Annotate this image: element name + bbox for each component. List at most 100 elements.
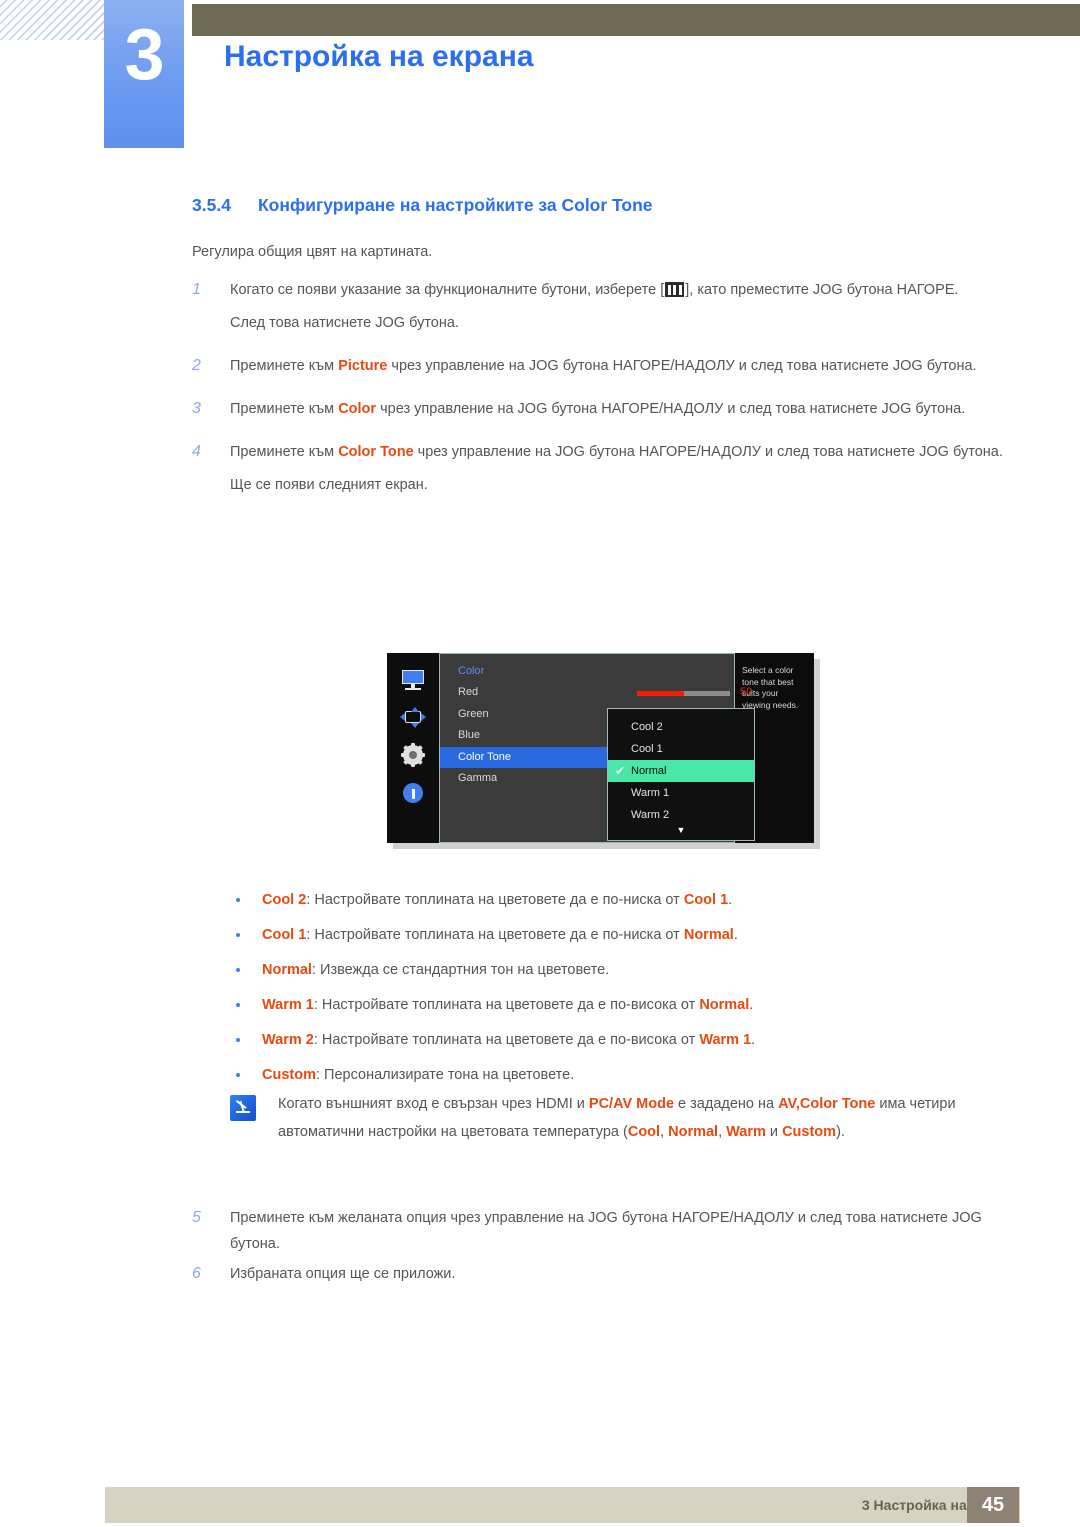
bullet-dot xyxy=(236,1003,240,1007)
osd-row-label: Gamma xyxy=(458,772,498,784)
bullet-text: : Настройвате топлината на цветовете да … xyxy=(313,1032,700,1048)
bullet-dot xyxy=(236,1038,240,1042)
dropdown-item-label: Warm 2 xyxy=(631,809,670,821)
gear-icon[interactable] xyxy=(400,743,426,767)
dropdown-item-warm-1[interactable]: Warm 1 xyxy=(608,782,754,804)
bullet-term: Cool 1 xyxy=(262,927,307,943)
osd-window: Color Red 50 Green Blue Color Tone Gamma xyxy=(387,653,814,843)
section-heading: 3.5.4 Конфигуриране на настройките за Col… xyxy=(192,195,1080,216)
red-slider-fill xyxy=(637,691,684,696)
osd-menu-panel: Color Red 50 Green Blue Color Tone Gamma xyxy=(439,653,755,843)
bullet-term: Warm 2 xyxy=(262,1032,314,1048)
page-number: 45 xyxy=(967,1487,1019,1523)
monitor-icon[interactable] xyxy=(400,669,426,691)
bullet-end: . xyxy=(751,1032,756,1048)
dropdown-item-cool-2[interactable]: Cool 2 xyxy=(608,716,754,738)
osd-screenshot: Color Red 50 Green Blue Color Tone Gamma xyxy=(387,653,820,849)
step-1-subnote: След това натиснете JOG бутона. xyxy=(230,315,459,331)
bullet-dot xyxy=(236,1073,240,1077)
menu-icon xyxy=(665,282,685,297)
note-keyword-6: Warm xyxy=(726,1124,766,1140)
bullet-text: : Персонализирате тона на цветовете. xyxy=(315,1067,575,1083)
red-slider-value: 50 xyxy=(740,686,753,698)
osd-row-red[interactable]: Red 50 xyxy=(440,682,752,704)
page-title: Настройка на екрана xyxy=(224,40,534,73)
list-item: Warm 2: Настройвате топлината на цветове… xyxy=(230,1023,1080,1058)
dropdown-item-cool-1[interactable]: Cool 1 xyxy=(608,738,754,760)
chevron-down-icon[interactable]: ▼ xyxy=(608,826,754,838)
note-keyword-3: Color Tone xyxy=(799,1096,876,1112)
step-keyword: Color Tone xyxy=(338,444,414,460)
step-2: 2 Преминете към Picture чрез управление … xyxy=(192,353,1020,379)
dropdown-item-label: Cool 1 xyxy=(631,743,663,755)
dropdown-item-label: Warm 1 xyxy=(631,787,670,799)
option-list: Cool 2 : Настройвате топлината на цветове… xyxy=(0,883,1080,1093)
step-text-b: ], като преместите JOG бутона НАГОРЕ. xyxy=(685,282,959,298)
step-index: 4 xyxy=(192,443,201,460)
step-1: 1 Когато се появи указание за функционал… xyxy=(192,277,1020,336)
note-text-6: и xyxy=(765,1124,783,1140)
bullet-dot xyxy=(236,968,240,972)
document-content: 3.5.4 Конфигуриране на настройките за Col… xyxy=(0,195,1080,498)
dropdown-item-label: Normal xyxy=(631,765,667,777)
dropdown-item-label: Cool 2 xyxy=(631,721,663,733)
bullet-term-2: Warm 1 xyxy=(699,1032,752,1048)
step-text-a: Когато се появи указание за функционални… xyxy=(230,282,665,298)
note-keyword-7: Custom xyxy=(782,1124,837,1140)
note-text-2: е зададено на xyxy=(674,1096,779,1112)
step-text-a: Преминете към xyxy=(230,401,339,417)
step-text: Преминете към желаната опция чрез управл… xyxy=(230,1210,982,1252)
step-text-a: Преминете към xyxy=(230,444,339,460)
osd-row-label: Green xyxy=(458,707,489,720)
chapter-number-tab: 3 xyxy=(104,0,184,148)
bullet-dot xyxy=(236,933,240,937)
bullet-term-2: Cool 1 xyxy=(683,892,729,908)
color-tone-dropdown[interactable]: Cool 2 Cool 1 ✔ Normal Warm 1 Warm 2 ▼ xyxy=(607,708,755,841)
step-5: 5 Преминете към желаната опция чрез упра… xyxy=(192,1205,1020,1257)
bullet-term: Cool 2 xyxy=(262,892,307,908)
osd-row-label: Color Tone xyxy=(458,750,511,763)
list-item: Warm 1: Настройвате топлината на цветове… xyxy=(230,988,1080,1023)
note-pencil-icon xyxy=(230,1095,256,1121)
bullet-text: : Настройвате топлината на цветовете да … xyxy=(306,927,684,943)
bullet-dot xyxy=(236,898,240,902)
step-4-subnote: Ще се появи следният екран. xyxy=(230,477,428,493)
bullet-end: . xyxy=(733,927,738,943)
screen-adjust-icon[interactable] xyxy=(400,707,426,729)
step-6: 6 Избраната опция ще се приложи. xyxy=(192,1261,1020,1287)
bullet-term: Warm 1 xyxy=(262,997,314,1013)
section-lead-text: Регулира общия цвят на картината. xyxy=(192,244,433,260)
note-text-7: ). xyxy=(836,1124,845,1140)
bullet-end: . xyxy=(749,997,754,1013)
step-index: 3 xyxy=(192,400,201,417)
red-slider[interactable] xyxy=(637,691,730,696)
header-accent-bar xyxy=(192,4,1080,36)
note-keyword-1: PC/AV Mode xyxy=(588,1096,675,1112)
step-text-b: чрез управление на JOG бутона НАГОРЕ/НАД… xyxy=(387,358,977,374)
note-keyword-2: AV, xyxy=(778,1096,800,1112)
step-index: 5 xyxy=(192,1209,201,1226)
note-keyword-4: Cool xyxy=(627,1124,661,1140)
osd-row-label: Red xyxy=(458,686,479,698)
section-title: Конфигуриране на настройките за Color To… xyxy=(258,195,653,215)
step-keyword: Picture xyxy=(338,358,388,374)
step-index: 2 xyxy=(192,357,201,374)
dropdown-item-warm-2[interactable]: Warm 2 xyxy=(608,804,754,826)
step-index: 1 xyxy=(192,281,201,298)
osd-menu-title: Color xyxy=(458,665,485,677)
step-index: 6 xyxy=(192,1265,201,1282)
dropdown-item-normal[interactable]: ✔ Normal xyxy=(608,760,754,782)
bullet-text: : Извежда се стандартния тон на цветовет… xyxy=(311,962,610,978)
info-icon[interactable] xyxy=(400,783,426,805)
osd-row-label: Blue xyxy=(458,729,481,741)
list-item: Cool 2: Настройвате топлината на цветове… xyxy=(230,883,1080,918)
bullet-term-2: Normal xyxy=(683,927,734,943)
step-4: 4 Преминете към Color Tone чрез управлен… xyxy=(192,439,1020,498)
note-text-1: Когато външният вход е свързан чрез HDMI… xyxy=(278,1096,589,1112)
step-text-a: Преминете към xyxy=(230,358,339,374)
bullet-text: : Настройвате топлината на цветовете да … xyxy=(313,997,700,1013)
list-item: Custom: Персонализирате тона на цветовет… xyxy=(230,1058,1080,1093)
decorative-hatch-pattern xyxy=(0,0,112,40)
section-number: 3.5.4 xyxy=(192,195,231,215)
step-text-b: чрез управление на JOG бутона НАГОРЕ/НАД… xyxy=(413,444,1003,460)
